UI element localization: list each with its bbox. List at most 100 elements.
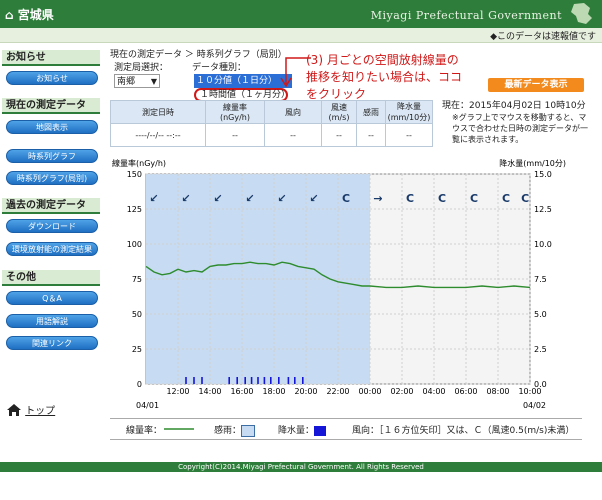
- x-tick-label: 14:00: [198, 387, 221, 396]
- legend-precip: 降水量：: [278, 423, 327, 436]
- left-axis-label: 線量率(nGy/h): [112, 158, 166, 168]
- sidebar-item-news[interactable]: お知らせ: [6, 71, 98, 85]
- x-tick-label: 08:00: [486, 387, 509, 396]
- x-tick-label: 22:00: [326, 387, 349, 396]
- current-time: 現在：2015年04月02日 10時10分: [442, 101, 586, 111]
- legend-rain-sense: 感雨：: [214, 423, 256, 437]
- sidebar-section-past: 過去の測定データ: [2, 198, 100, 214]
- sidebar-item-links[interactable]: 関連リンク: [6, 336, 98, 350]
- y-tick-label: 0: [137, 380, 142, 389]
- y2-tick-label: 12.5: [534, 205, 552, 214]
- col-rain-sense: 感雨: [356, 100, 386, 124]
- legend-shade-swatch: [241, 424, 256, 437]
- cell-wind-dir: --: [264, 123, 322, 147]
- rain-bar: [193, 377, 195, 384]
- y-tick-label: 125: [127, 205, 142, 214]
- wind-marker: ↙: [149, 192, 158, 205]
- y-tick-label: 150: [127, 170, 142, 179]
- cell-wind-speed: --: [321, 123, 357, 147]
- y2-tick-label: 5.0: [534, 310, 547, 319]
- home-icon: [7, 403, 21, 416]
- col-wind-speed: 風速 (m/s): [321, 100, 357, 124]
- latest-data-button[interactable]: 最新データ表示: [488, 78, 584, 92]
- rain-bar: [287, 377, 290, 384]
- rain-bar: [302, 377, 304, 384]
- site-header: ⌂ 宮城県 Miyagi Prefectural Government: [0, 0, 602, 28]
- y2-tick-label: 7.5: [534, 275, 547, 284]
- sidebar-item-timeseries[interactable]: 時系列グラフ: [6, 149, 98, 163]
- rain-bar: [236, 377, 238, 384]
- legend-rain-swatch: [314, 425, 327, 436]
- chart-tip: ※グラフ上でマウスを移動すると、マウスで合わせた日時の測定データが一覧に表示され…: [452, 113, 588, 144]
- site-logo[interactable]: ⌂ 宮城県: [5, 6, 54, 23]
- wind-marker: C: [406, 192, 414, 205]
- rain-bar: [201, 377, 203, 384]
- wind-marker: ↙: [245, 192, 254, 205]
- legend-line-swatch: [164, 428, 195, 430]
- prefecture-mark-icon: ⌂: [5, 8, 14, 22]
- wind-marker: ↙: [277, 192, 286, 205]
- legend-wind: 風向：［１６方位矢印］又は、Ｃ（風速0.5(m/s)未満）: [352, 426, 575, 436]
- legend-precip-label: 降水量：: [278, 426, 315, 436]
- sidebar-item-download[interactable]: ダウンロード: [6, 219, 98, 233]
- cell-datetime: ----/--/-- --:--: [110, 123, 206, 147]
- legend-rain-sense-label: 感雨：: [214, 426, 242, 436]
- top-link[interactable]: トップ: [6, 402, 55, 417]
- col-dose: 線量率 (nGy/h): [205, 100, 265, 124]
- prelim-note: ◆このデータは速報値です: [490, 32, 596, 42]
- wind-marker: C: [521, 192, 529, 205]
- col-datetime: 測定日時: [110, 100, 206, 124]
- x-tick-label: 10:00: [518, 387, 541, 396]
- y-tick-label: 100: [127, 240, 142, 249]
- station-select[interactable]: 南郷 ▼: [114, 74, 160, 88]
- logo-text: 宮城県: [17, 8, 54, 22]
- wind-marker: →: [373, 192, 382, 205]
- x-tick-label: 16:00: [230, 387, 253, 396]
- sidebar-item-map[interactable]: 地図表示: [6, 120, 98, 134]
- legend-dose-label: 線量率：: [126, 426, 163, 436]
- x-tick-label: 18:00: [262, 387, 285, 396]
- dose-chart[interactable]: 0 0.025 2.550 5.075 7.5100 10.0125 12.5150 15.0…: [110, 154, 570, 410]
- gov-title: Miyagi Prefectural Government: [370, 9, 562, 22]
- x-end-label: 04/02: [523, 401, 546, 410]
- sidebar-item-timeseries-station[interactable]: 時系列グラフ(局別): [6, 171, 98, 185]
- right-axis-label: 降水量(mm/10分): [499, 158, 566, 168]
- type-label: データ種別：: [192, 63, 247, 73]
- y-tick-label: 75: [132, 275, 142, 284]
- wind-marker: C: [502, 192, 510, 205]
- x-tick-label: 12:00: [166, 387, 189, 396]
- top-link-label: トップ: [25, 406, 56, 417]
- rain-bar: [228, 377, 230, 384]
- y2-tick-label: 15.0: [534, 170, 552, 179]
- cell-dose: --: [205, 123, 265, 147]
- col-precip: 降水量 (mm/10分): [385, 100, 433, 124]
- wind-marker: C: [438, 192, 446, 205]
- x-start-label: 04/01: [136, 401, 159, 410]
- wind-marker: ↙: [213, 192, 222, 205]
- sidebar-item-qa[interactable]: Q＆A: [6, 291, 98, 305]
- cell-rain-sense: --: [356, 123, 386, 147]
- sidebar: お知らせ お知らせ 現在の測定データ 地図表示 時系列グラフ 時系列グラフ(局別…: [0, 44, 104, 456]
- miyagi-map-icon: [571, 3, 592, 24]
- x-tick-label: 20:00: [294, 387, 317, 396]
- sidebar-item-results[interactable]: 環境放射能の測定結果: [6, 242, 98, 256]
- station-label: 測定局選択：: [114, 63, 169, 73]
- sidebar-section-news: お知らせ: [2, 50, 100, 66]
- notice-bar: ◆このデータは速報値です: [0, 28, 602, 43]
- wind-marker: C: [342, 192, 350, 205]
- col-wind-dir: 風向: [264, 100, 322, 124]
- cell-precip: --: [385, 123, 433, 147]
- station-value: 南郷: [117, 77, 136, 87]
- main-content: 現在の測定データ ＞ 時系列グラフ（局別） 測定局選択： データ種別： 南郷 ▼ …: [106, 44, 600, 456]
- chevron-down-icon: ▼: [150, 77, 157, 86]
- rain-bar: [263, 377, 266, 384]
- x-tick-label: 06:00: [454, 387, 477, 396]
- rain-bar: [270, 377, 272, 384]
- y2-tick-label: 2.5: [534, 345, 547, 354]
- sidebar-item-glossary[interactable]: 用語解説: [6, 314, 98, 328]
- rain-bar: [294, 377, 296, 384]
- wind-marker: ↙: [309, 192, 318, 205]
- rain-bar: [185, 377, 187, 384]
- sidebar-section-other: その他: [2, 270, 100, 286]
- y2-tick-label: 10.0: [534, 240, 552, 249]
